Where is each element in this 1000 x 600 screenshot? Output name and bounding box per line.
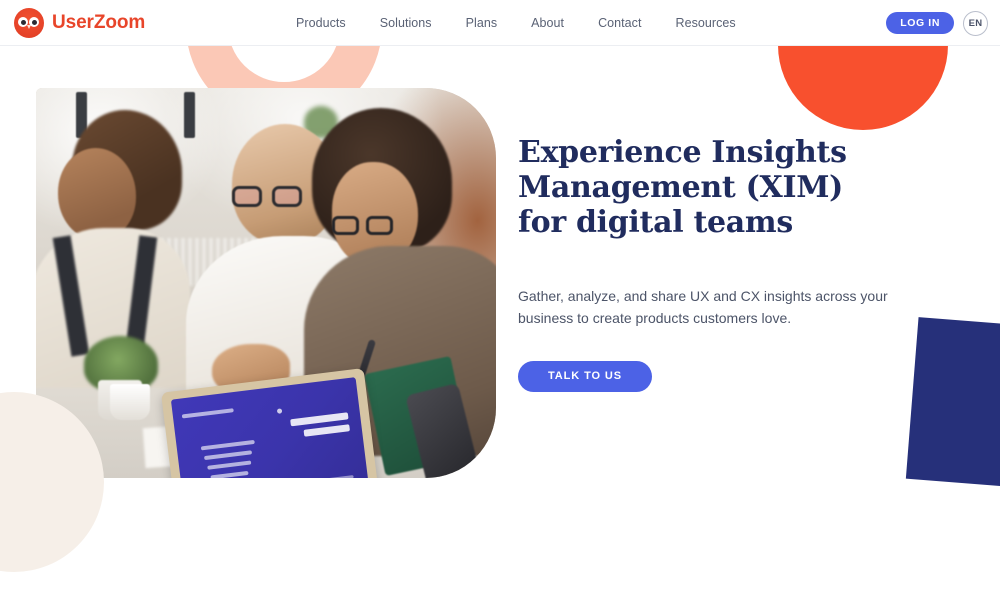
nav-item-about[interactable]: About [531, 16, 564, 30]
navy-square-decoration [905, 317, 1000, 489]
hero-content: Experience Insights Management (XIM) for… [518, 135, 918, 392]
header-actions: LOG IN EN [886, 0, 988, 46]
nav-item-products[interactable]: Products [296, 16, 346, 30]
hero-photo [36, 88, 496, 478]
site-header: UserZoom Products Solutions Plans About … [0, 0, 1000, 46]
nav-item-contact[interactable]: Contact [598, 16, 641, 30]
landing-page: UserZoom Products Solutions Plans About … [0, 0, 1000, 600]
talk-to-us-button[interactable]: TALK TO US [518, 360, 652, 392]
nav-item-solutions[interactable]: Solutions [380, 16, 432, 30]
tablet-screen [170, 377, 370, 478]
nav-item-resources[interactable]: Resources [676, 16, 736, 30]
login-button[interactable]: LOG IN [886, 11, 954, 35]
page-title: Experience Insights Management (XIM) for… [518, 135, 847, 240]
main-navigation: Products Solutions Plans About Contact R… [296, 0, 736, 46]
owl-icon [14, 8, 44, 38]
language-selector-button[interactable]: EN [963, 10, 988, 36]
hero-subtext: Gather, analyze, and share UX and CX ins… [518, 288, 888, 326]
logo-text: UserZoom [52, 12, 146, 33]
nav-item-plans[interactable]: Plans [466, 16, 498, 30]
logo[interactable]: UserZoom [14, 8, 145, 38]
hero-image [36, 88, 496, 478]
